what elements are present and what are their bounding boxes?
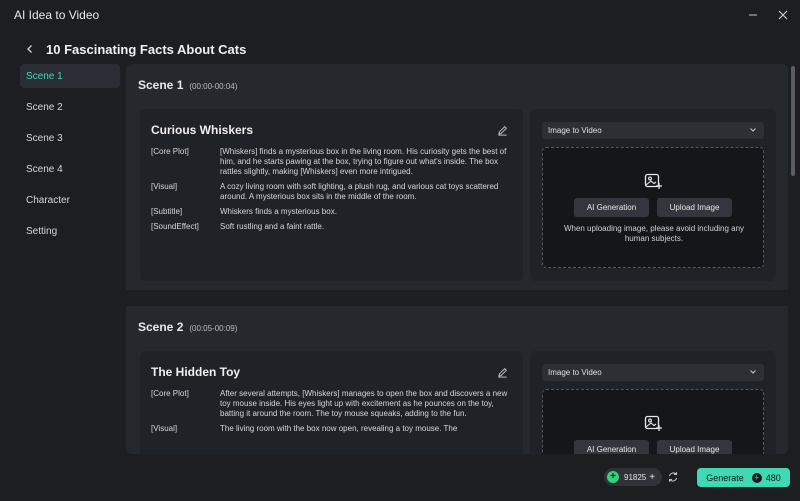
ai-generation-button[interactable]: AI Generation	[574, 198, 649, 217]
image-drop-zone[interactable]: AI Generation Upload Image When uploadin…	[542, 147, 764, 268]
sidebar-item-label: Scene 4	[26, 163, 63, 175]
chevron-down-icon	[748, 367, 758, 377]
sidebar-item-character[interactable]: Character	[20, 188, 120, 212]
refresh-icon	[668, 472, 678, 482]
field-value: A cozy living room with soft lighting, a…	[220, 182, 499, 201]
upload-hint: When uploading image, please avoid inclu…	[563, 224, 745, 243]
page-header: 10 Fascinating Facts About Cats	[0, 36, 800, 62]
add-image-icon	[644, 173, 662, 189]
generate-cost: 480	[765, 472, 781, 483]
close-button[interactable]	[774, 6, 792, 24]
scene-fields: [Core Plot] [Whiskers] finds a mysteriou…	[151, 147, 511, 237]
sidebar-item-label: Setting	[26, 225, 58, 237]
scene-media-card: Image to Video AI Generation Upload Imag…	[530, 351, 776, 454]
sidebar-item-scene-4[interactable]: Scene 4	[20, 157, 120, 181]
coin-icon: +	[607, 471, 619, 483]
scene-time: (00:05-00:09)	[189, 324, 238, 333]
mode-select[interactable]: Image to Video	[542, 364, 764, 381]
field-value: After several attempts, [Whiskers] manag…	[220, 389, 508, 418]
ai-generation-button[interactable]: AI Generation	[574, 440, 649, 454]
sidebar: Scene 1 Scene 2 Scene 3 Scene 4 Characte…	[20, 64, 120, 250]
minimize-button[interactable]	[744, 6, 762, 24]
scene-divider	[126, 290, 788, 306]
field-value: Soft rustling and a faint rattle.	[220, 222, 325, 231]
bottom-bar: + 91825 + Generate + 480	[0, 456, 800, 501]
app-title: AI Idea to Video	[14, 8, 100, 22]
sidebar-item-label: Scene 2	[26, 101, 63, 113]
field-value: The living room with the box now open, r…	[220, 424, 458, 433]
field-key: [Visual]	[151, 182, 178, 191]
scene-script-card: The Hidden Toy [Core Plot] After several…	[140, 351, 523, 454]
credits-count: 91825	[624, 472, 647, 482]
chevron-down-icon	[748, 125, 758, 135]
mode-select[interactable]: Image to Video	[542, 122, 764, 139]
field-row: [Core Plot] [Whiskers] finds a mysteriou…	[151, 147, 511, 177]
edit-button[interactable]	[495, 365, 509, 379]
field-key: [SoundEffect]	[151, 222, 199, 231]
field-row: [Visual] The living room with the box no…	[151, 424, 511, 434]
minimize-icon	[749, 14, 757, 16]
close-icon	[778, 10, 788, 20]
pencil-icon	[497, 125, 507, 136]
scene-panel: Scene 1 (00:00-00:04) Curious Whiskers […	[126, 64, 788, 290]
title-bar: AI Idea to Video	[0, 0, 800, 30]
mode-select-value: Image to Video	[548, 126, 602, 135]
field-row: [Core Plot] After several attempts, [Whi…	[151, 389, 511, 419]
field-row: [Visual] A cozy living room with soft li…	[151, 182, 511, 202]
sidebar-item-scene-1[interactable]: Scene 1	[20, 64, 120, 88]
edit-button[interactable]	[495, 123, 509, 137]
sidebar-item-label: Scene 1	[26, 70, 63, 82]
scrollbar[interactable]	[790, 64, 796, 454]
scene-title: Curious Whiskers	[151, 123, 254, 137]
scene-time: (00:00-00:04)	[189, 82, 238, 91]
back-button[interactable]	[22, 41, 38, 57]
upload-image-button[interactable]: Upload Image	[657, 440, 732, 454]
credits-balance[interactable]: + 91825 +	[604, 468, 662, 486]
add-credits-icon: +	[649, 471, 656, 483]
scene-fields: [Core Plot] After several attempts, [Whi…	[151, 389, 511, 439]
refresh-button[interactable]	[667, 470, 681, 484]
field-value: Whiskers finds a mysterious box.	[220, 207, 337, 216]
mode-select-value: Image to Video	[548, 368, 602, 377]
field-key: [Subtitle]	[151, 207, 183, 216]
scene-script-card: Curious Whiskers [Core Plot] [Whiskers] …	[140, 109, 523, 281]
upload-image-button[interactable]: Upload Image	[657, 198, 732, 217]
pencil-icon	[497, 367, 507, 378]
page-title: 10 Fascinating Facts About Cats	[46, 41, 247, 57]
field-key: [Core Plot]	[151, 147, 189, 156]
scene-panel: Scene 2 (00:05-00:09) The Hidden Toy [Co…	[126, 306, 788, 454]
scene-header: Scene 1 (00:00-00:04)	[138, 78, 237, 92]
generate-button[interactable]: Generate + 480	[697, 468, 790, 487]
image-drop-zone[interactable]: AI Generation Upload Image	[542, 389, 764, 454]
field-row: [SoundEffect] Soft rustling and a faint …	[151, 222, 511, 232]
chevron-left-icon	[27, 45, 32, 53]
sidebar-item-label: Character	[26, 194, 70, 206]
scene-name: Scene 1	[138, 78, 184, 92]
sidebar-item-label: Scene 3	[26, 132, 63, 144]
scene-media-card: Image to Video AI Generation Upload Imag…	[530, 109, 776, 281]
field-key: [Visual]	[151, 424, 178, 433]
add-image-icon	[644, 415, 662, 431]
sidebar-item-setting[interactable]: Setting	[20, 219, 120, 243]
field-key: [Core Plot]	[151, 389, 189, 398]
sidebar-item-scene-3[interactable]: Scene 3	[20, 126, 120, 150]
field-value: [Whiskers] finds a mysterious box in the…	[220, 147, 507, 176]
field-row: [Subtitle] Whiskers finds a mysterious b…	[151, 207, 511, 217]
coin-icon: +	[751, 472, 762, 483]
generate-label: Generate	[706, 472, 744, 483]
sidebar-item-scene-2[interactable]: Scene 2	[20, 95, 120, 119]
scene-name: Scene 2	[138, 320, 184, 334]
scrollbar-thumb[interactable]	[791, 66, 795, 176]
scene-header: Scene 2 (00:05-00:09)	[138, 320, 237, 334]
scene-title: The Hidden Toy	[151, 365, 241, 379]
scene-list[interactable]: Scene 1 (00:00-00:04) Curious Whiskers […	[126, 64, 788, 454]
